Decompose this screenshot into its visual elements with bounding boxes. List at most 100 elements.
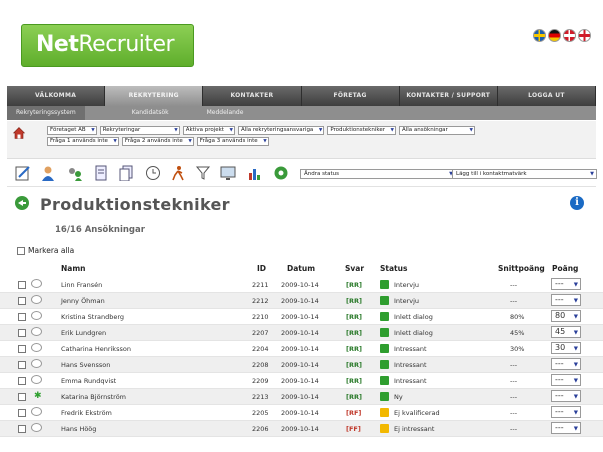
applicant-reply[interactable]: [RR] xyxy=(346,329,362,337)
applicant-reply[interactable]: [RR] xyxy=(346,377,362,385)
table-row[interactable]: Kristina Strandberg 2210 2009-10-14 [RR] Inl… xyxy=(0,309,603,325)
table-row[interactable]: Jenny Öhman 2212 2009-10-14 [RR] Intervju ---… xyxy=(0,293,603,309)
col-snitt[interactable]: Snittpoäng xyxy=(498,264,545,273)
col-status[interactable]: Status xyxy=(380,264,407,273)
table-row[interactable]: Fredrik Ekström 2205 2009-10-14 [RF] Ej kval… xyxy=(0,405,603,421)
score-select[interactable]: --- xyxy=(551,278,581,290)
projects-select[interactable]: Aktiva projekt xyxy=(182,126,235,135)
running-person-icon[interactable] xyxy=(170,165,186,181)
applicant-reply[interactable]: [RR] xyxy=(346,393,362,401)
info-icon[interactable]: i xyxy=(570,196,584,210)
recruitments-select[interactable]: Rekryteringar xyxy=(99,126,180,135)
table-row[interactable]: Catharina Henriksson 2204 2009-10-14 [RR] In… xyxy=(0,341,603,357)
table-row[interactable]: Emma Rundqvist 2209 2009-10-14 [RR] Intressa… xyxy=(0,373,603,389)
row-checkbox[interactable] xyxy=(18,425,26,433)
row-checkbox[interactable] xyxy=(18,361,26,369)
tab-foretag[interactable]: FÖRETAG xyxy=(301,86,400,106)
applicant-name[interactable]: Emma Rundqvist xyxy=(61,377,116,385)
comment-bubble-icon[interactable] xyxy=(31,343,42,352)
applications-select[interactable]: Alla ansökningar xyxy=(398,126,475,135)
table-row[interactable]: Hans Höög 2206 2009-10-14 [FF] Ej intressant… xyxy=(0,421,603,437)
mark-all-checkbox[interactable] xyxy=(17,246,25,255)
comment-bubble-icon[interactable] xyxy=(31,359,42,368)
score-select[interactable]: --- xyxy=(551,374,581,386)
back-arrow-icon[interactable] xyxy=(15,196,29,210)
change-status-select[interactable]: Ändra status xyxy=(300,169,456,179)
applicant-name[interactable]: Erik Lundgren xyxy=(61,329,106,337)
table-row[interactable]: Erik Lundgren 2207 2009-10-14 [RR] Inlett di… xyxy=(0,325,603,341)
monitor-icon[interactable] xyxy=(220,165,236,181)
responsible-select[interactable]: Alla rekryteringsansvariga xyxy=(237,126,325,135)
col-svar[interactable]: Svar xyxy=(345,264,364,273)
subtab-meddelande[interactable]: Meddelande xyxy=(198,106,253,120)
swedish-flag-icon[interactable] xyxy=(533,29,546,42)
row-checkbox[interactable] xyxy=(18,377,26,385)
applicant-reply[interactable]: [RR] xyxy=(346,313,362,321)
applicant-reply[interactable]: [FF] xyxy=(346,425,361,433)
applicant-reply[interactable]: [RR] xyxy=(346,345,362,353)
applicant-name[interactable]: Kristina Strandberg xyxy=(61,313,124,321)
row-checkbox[interactable] xyxy=(18,393,26,401)
tab-valkomma[interactable]: VÄLKOMMA xyxy=(7,86,106,106)
score-select[interactable]: --- xyxy=(551,406,581,418)
subtab-rekryteringssystem[interactable]: Rekryteringssystem xyxy=(7,106,85,120)
tab-kontakter[interactable]: KONTAKTER xyxy=(203,86,302,106)
table-row[interactable]: ✱ Katarina Björnström 2213 2009-10-14 [RR] Ny… xyxy=(0,389,603,405)
bar-chart-icon[interactable] xyxy=(247,165,263,181)
score-select[interactable]: --- xyxy=(551,358,581,370)
applicant-name[interactable]: Katarina Björnström xyxy=(61,393,126,401)
tab-logga-ut[interactable]: LOGGA UT xyxy=(497,86,597,106)
table-row[interactable]: Hans Svensson 2208 2009-10-14 [RR] Intressan… xyxy=(0,357,603,373)
row-checkbox[interactable] xyxy=(18,329,26,337)
col-id[interactable]: ID xyxy=(257,264,266,273)
row-checkbox[interactable] xyxy=(18,345,26,353)
mark-all[interactable]: Markera alla xyxy=(17,246,74,255)
settings-gear-icon[interactable] xyxy=(273,165,289,181)
col-poang[interactable]: Poäng xyxy=(552,264,578,273)
applicant-name[interactable]: Fredrik Ekström xyxy=(61,409,112,417)
subtab-kandidatsok[interactable]: Kandidatsök xyxy=(123,106,178,120)
filter-icon[interactable] xyxy=(195,165,211,181)
company-select[interactable]: Företaget AB xyxy=(47,126,97,135)
comment-bubble-icon[interactable] xyxy=(31,295,42,304)
applicant-reply[interactable]: [RR] xyxy=(346,361,362,369)
score-select[interactable]: --- xyxy=(551,422,581,434)
german-flag-icon[interactable] xyxy=(548,29,561,42)
clock-icon[interactable] xyxy=(145,165,161,181)
applicant-reply[interactable]: [RF] xyxy=(346,409,361,417)
position-select[interactable]: Produktionstekniker xyxy=(327,126,396,135)
question-1-select[interactable]: Fråga 1 används inte xyxy=(47,137,119,146)
edit-icon[interactable] xyxy=(15,165,31,181)
person-icon[interactable] xyxy=(40,165,56,181)
applicant-name[interactable]: Linn Fransén xyxy=(61,281,102,289)
home-icon[interactable] xyxy=(13,127,25,139)
score-select[interactable]: 45 xyxy=(551,326,581,338)
applicant-reply[interactable]: [RR] xyxy=(346,297,362,305)
table-row[interactable]: Linn Fransén 2211 2009-10-14 [RR] Intervju --… xyxy=(0,277,603,293)
tab-rekrytering[interactable]: REKRYTERING xyxy=(105,86,204,106)
applicant-reply[interactable]: [RR] xyxy=(346,281,362,289)
applicant-name[interactable]: Hans Höög xyxy=(61,425,96,433)
applicant-name[interactable]: Jenny Öhman xyxy=(61,297,105,305)
comment-bubble-icon[interactable] xyxy=(31,279,42,288)
applicant-name[interactable]: Hans Svensson xyxy=(61,361,110,369)
score-select[interactable]: 80 xyxy=(551,310,581,322)
comment-bubble-icon[interactable] xyxy=(31,407,42,416)
documents-icon[interactable] xyxy=(118,165,134,181)
question-2-select[interactable]: Fråga 2 används inte xyxy=(121,137,194,146)
tab-support[interactable]: KONTAKTER / SUPPORT xyxy=(399,86,498,106)
col-name[interactable]: Namn xyxy=(61,264,86,273)
score-select[interactable]: --- xyxy=(551,294,581,306)
comment-bubble-icon[interactable] xyxy=(31,327,42,336)
danish-flag-icon[interactable] xyxy=(563,29,576,42)
row-checkbox[interactable] xyxy=(18,281,26,289)
score-select[interactable]: 30 xyxy=(551,342,581,354)
score-select[interactable]: --- xyxy=(551,390,581,402)
comment-bubble-icon[interactable] xyxy=(31,423,42,432)
row-checkbox[interactable] xyxy=(18,313,26,321)
question-3-select[interactable]: Fråga 3 används inte xyxy=(196,137,269,146)
comment-bubble-icon[interactable] xyxy=(31,375,42,384)
comment-bubble-icon[interactable] xyxy=(31,311,42,320)
group-icon[interactable] xyxy=(67,165,83,181)
row-checkbox[interactable] xyxy=(18,297,26,305)
